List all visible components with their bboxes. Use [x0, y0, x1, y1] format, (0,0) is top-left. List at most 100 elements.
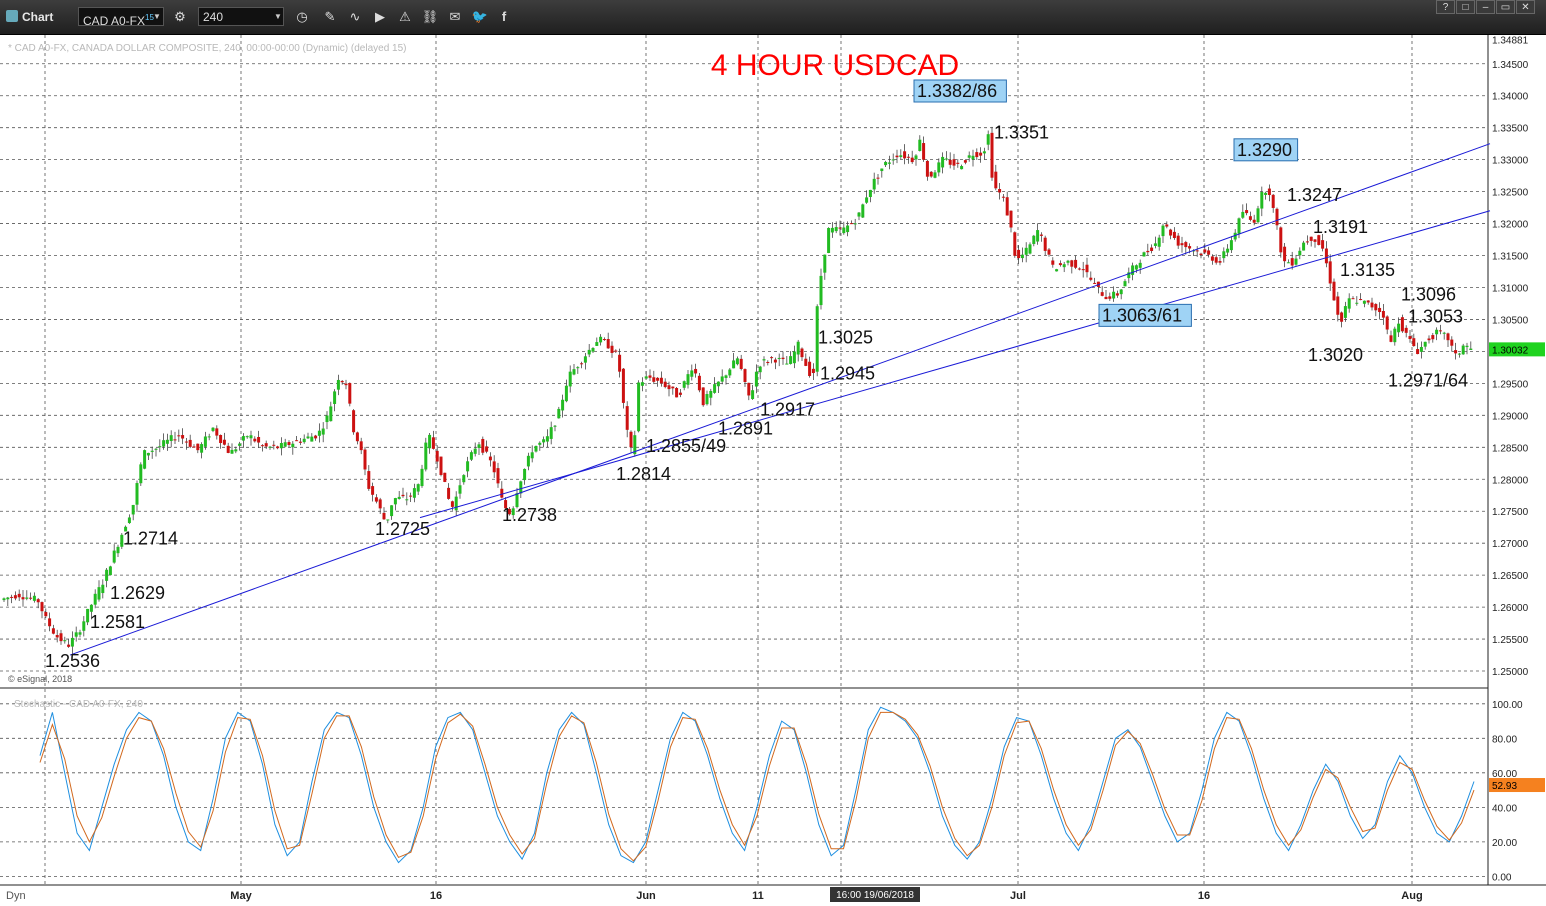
candle-down: [188, 439, 192, 447]
twitter-icon[interactable]: 🐦: [470, 7, 490, 27]
candle-up: [158, 446, 162, 448]
candle-down: [260, 445, 264, 447]
price-annotation: 1.2738: [502, 505, 557, 525]
candle-up: [705, 394, 709, 405]
candle-up: [477, 444, 481, 448]
candle-up: [686, 374, 690, 385]
facebook-icon[interactable]: f: [494, 7, 514, 27]
candle-up: [538, 442, 542, 445]
price-annotation: 1.2855/49: [646, 436, 726, 456]
candle-up: [116, 546, 120, 554]
candle-down: [177, 435, 181, 437]
candle-down: [173, 439, 177, 441]
candle-down: [975, 152, 979, 158]
candle-down: [1370, 302, 1374, 308]
float-button[interactable]: □: [1456, 0, 1475, 14]
cursor-time-label: 16:00 19/06/2018: [836, 890, 914, 901]
candle-up: [82, 621, 86, 631]
candle-down: [773, 359, 777, 363]
candle-up: [1131, 265, 1135, 275]
candle-up: [1123, 281, 1127, 287]
candle-down: [1351, 298, 1355, 300]
candle-up: [1362, 300, 1366, 304]
candle-up: [986, 134, 990, 145]
candle-up: [336, 379, 340, 390]
candle-up: [682, 381, 686, 388]
comment-icon[interactable]: ✉: [445, 7, 465, 27]
time-tick-label: May: [230, 890, 252, 902]
candle-down: [1150, 247, 1154, 251]
candle-up: [97, 587, 101, 600]
candle-up: [971, 155, 975, 160]
curve-icon[interactable]: ∿: [345, 7, 365, 27]
interval-dropdown-icon[interactable]: ▼: [271, 7, 285, 26]
top-value-label: 1.34881: [1492, 35, 1529, 46]
candle-down: [485, 446, 489, 452]
candle-up: [32, 595, 36, 601]
candle-up: [819, 275, 823, 306]
candle-down: [629, 431, 633, 448]
candle-down: [1328, 261, 1332, 284]
candle-down: [363, 449, 367, 470]
time-tick-label: 11: [752, 890, 764, 902]
candle-up: [777, 357, 781, 359]
candle-down: [610, 345, 614, 353]
candle-down: [1047, 249, 1051, 255]
candle-up: [112, 550, 116, 563]
candle-up: [553, 425, 557, 427]
clock-icon[interactable]: ◷: [292, 7, 312, 27]
symbol-dropdown-icon[interactable]: ▼: [150, 7, 164, 26]
price-annotation: 1.2814: [616, 464, 671, 484]
candle-down: [1081, 269, 1085, 271]
candle-down: [352, 410, 356, 433]
candle-up: [1260, 192, 1264, 209]
candle-down: [40, 602, 44, 612]
price-annotation: 1.3063/61: [1102, 305, 1182, 325]
candle-up: [416, 484, 420, 492]
pencil-icon[interactable]: ✎: [320, 7, 340, 27]
candle-up: [967, 155, 971, 158]
candle-up: [1393, 328, 1397, 343]
settings-icon[interactable]: ⚙: [170, 7, 190, 27]
candle-down: [606, 339, 610, 349]
price-annotation: 1.3096: [1401, 284, 1456, 304]
candle-down: [1108, 296, 1112, 299]
candle-up: [1237, 218, 1241, 234]
candle-up: [310, 436, 314, 442]
candle-down: [876, 177, 880, 179]
candle-up: [108, 566, 112, 576]
candle-down: [215, 428, 219, 436]
candle-up: [1036, 230, 1040, 242]
restore-button[interactable]: ▭: [1496, 0, 1515, 14]
time-tick-label: Jun: [636, 890, 656, 902]
candle-down: [747, 382, 751, 396]
minimize-button[interactable]: –: [1476, 0, 1495, 14]
candle-down: [678, 392, 682, 395]
candle-up: [169, 435, 173, 442]
chart-area[interactable]: 1.2536 1.2581 1.2629 1.2714 1.2725 1.2738 1.28…: [0, 35, 1546, 906]
help-button[interactable]: ?: [1436, 0, 1455, 14]
candle-down: [903, 151, 907, 159]
candle-up: [720, 376, 724, 382]
candle-up: [1138, 262, 1142, 268]
candle-down: [264, 443, 268, 447]
candle-up: [1294, 258, 1298, 265]
alert-icon[interactable]: ⚠: [395, 7, 415, 27]
price-annotation: 1.3290: [1237, 140, 1292, 160]
candle-up: [89, 604, 93, 612]
candle-up: [1241, 211, 1245, 218]
candle-down: [340, 380, 344, 383]
play-icon[interactable]: ▶: [370, 7, 390, 27]
candle-up: [78, 632, 82, 635]
candle-up: [1229, 240, 1233, 251]
candle-up: [211, 427, 215, 431]
chart-title: 4 HOUR USDCAD: [711, 49, 959, 82]
candle-down: [1275, 208, 1279, 226]
candle-down: [1214, 257, 1218, 263]
link-icon[interactable]: ⛓: [420, 7, 440, 27]
close-button[interactable]: ✕: [1516, 0, 1535, 14]
candle-up: [568, 371, 572, 387]
price-tick-label: 1.29500: [1492, 379, 1529, 390]
candle-down: [1043, 237, 1047, 251]
candle-up: [789, 356, 793, 364]
